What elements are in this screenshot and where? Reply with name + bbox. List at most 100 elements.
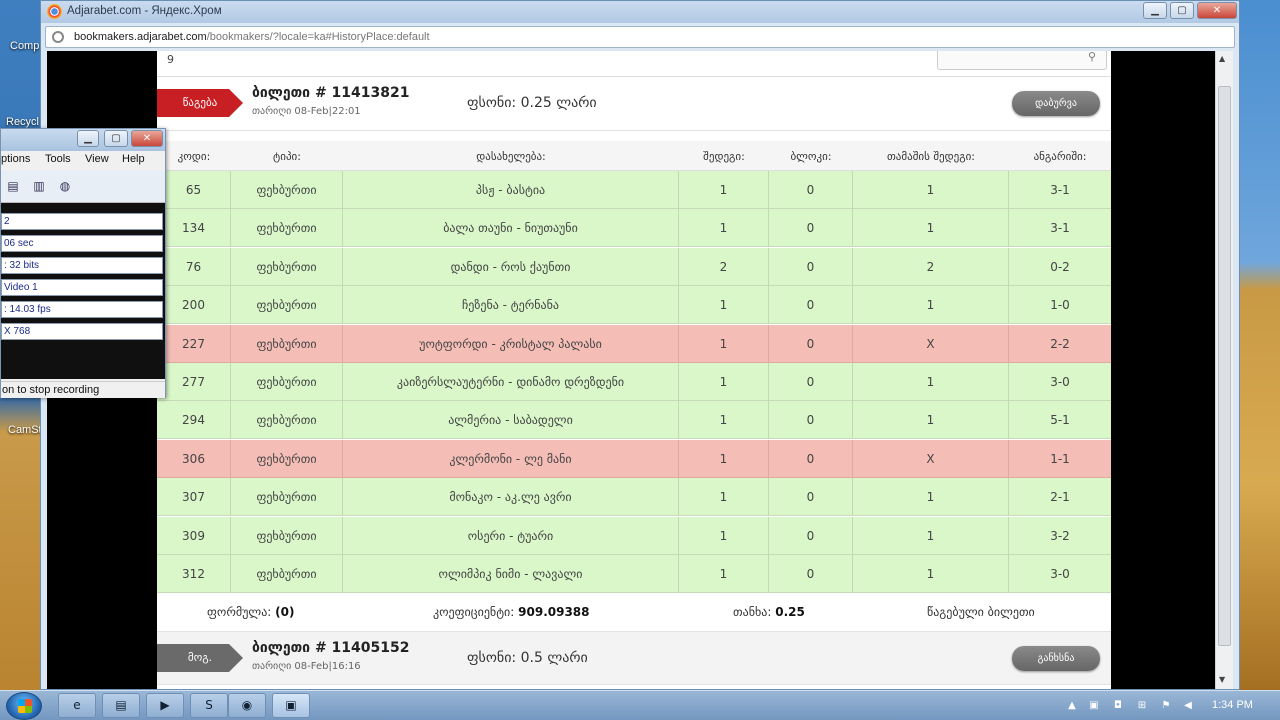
screen-recorder-window: ▁ ▢ ✕ ptions Tools View Help ▤ ▥ ◍ 2 06 … xyxy=(0,128,166,398)
cell-name: ოლიმპიკ ნიმი - ლავალი xyxy=(343,555,679,593)
tray-arrow-icon[interactable]: ▲ xyxy=(1066,700,1078,712)
formula-value: (0) xyxy=(275,605,295,619)
table-header: კოდი: ტიპი: დასახელება: შედეგი: ბლოკი: თ… xyxy=(157,141,1111,171)
url-path: /bookmakers/?locale=ka#HistoryPlace:defa… xyxy=(206,31,430,43)
info-field: 2 xyxy=(1,213,163,230)
cell-result: 1 xyxy=(679,555,769,593)
ticket-header: წაგება ბილეთი # 11413821 თარიღი 08-Feb|2… xyxy=(157,77,1111,131)
cell-name: ალმერია - საბადელი xyxy=(343,401,679,440)
cell-score: 3-0 xyxy=(1050,567,1070,581)
maximize-button[interactable]: ▢ xyxy=(1170,2,1194,19)
minimize-button[interactable]: ▁ xyxy=(1143,2,1167,19)
desktop-icon-camstudio[interactable]: CamSt xyxy=(8,424,42,436)
cell-score: 5-1 xyxy=(1050,413,1070,428)
window-title: Adjarabet.com - Яндекс.Хром xyxy=(67,5,222,17)
taskbar-browser-icon[interactable]: ◉ xyxy=(228,693,266,718)
table-row: 306 ფეხბურთი კლერმონი - ლე მანი 1 0 X 1-1 xyxy=(157,439,1111,478)
ticket-date: თარიღი 08-Feb|22:01 xyxy=(252,106,361,117)
recorder-titlebar[interactable]: ▁ ▢ ✕ xyxy=(1,129,165,151)
recorder-close-button[interactable]: ✕ xyxy=(131,130,163,147)
scroll-up-icon[interactable]: ▲ xyxy=(1219,54,1225,63)
globe-icon xyxy=(52,31,64,43)
table-row: 227 ფეხბურთი უოტფორდი - კრისტალ პალასი 1 0 X 2… xyxy=(157,324,1111,363)
cell-block: 0 xyxy=(769,401,853,440)
tray-volume-icon[interactable]: ◀ xyxy=(1182,700,1194,712)
tray-app-icon[interactable]: ◘ xyxy=(1112,700,1124,712)
table-row: 294 ფეხბურთი ალმერია - საბადელი 1 0 1 5-1 xyxy=(157,401,1111,440)
taskbar-ie-icon[interactable]: e xyxy=(58,693,96,718)
info-field: 06 sec xyxy=(1,235,163,252)
cell-result: 1 xyxy=(679,363,769,401)
scroll-down-icon[interactable]: ▼ xyxy=(1219,675,1225,684)
ticket-header: მოგ. ბილეთი # 11405152 თარიღი 08-Feb|16:… xyxy=(157,631,1111,685)
cell-block: 0 xyxy=(769,171,853,209)
expand-button[interactable]: განხსნა xyxy=(1012,646,1100,671)
cell-block: 0 xyxy=(769,324,853,363)
url-text[interactable]: bookmakers.adjarabet.com/bookmakers/?loc… xyxy=(74,31,430,43)
taskbar-media-player-icon[interactable]: ▶ xyxy=(146,693,184,718)
browser-titlebar[interactable]: Adjarabet.com - Яндекс.Хром ▁ ▢ ✕ xyxy=(41,1,1239,23)
coefficient-label: კოეფიციენტი: xyxy=(433,605,515,619)
desktop-icon-computer[interactable]: Comp xyxy=(10,40,39,52)
menu-view[interactable]: View xyxy=(85,153,109,165)
ticket-stake: ფსონი: 0.5 ლარი xyxy=(467,650,588,666)
tray-recorder-icon[interactable]: ▣ xyxy=(1088,700,1100,712)
address-bar[interactable]: bookmakers.adjarabet.com/bookmakers/?loc… xyxy=(45,26,1235,48)
cell-score: 3-0 xyxy=(1050,375,1070,389)
cell-block: 0 xyxy=(769,439,853,478)
table-row: 309 ფეხბურთი ოსერი - ტუარი 1 0 1 3-2 xyxy=(157,516,1111,555)
cell-name: ბალა თაუნი - ნიუთაუნი xyxy=(343,209,679,248)
taskbar-skype-icon[interactable]: S xyxy=(190,693,228,718)
recorder-maximize-button[interactable]: ▢ xyxy=(104,130,128,147)
cell-code: 309 xyxy=(157,516,231,555)
recorder-menu-bar: ptions Tools View Help xyxy=(1,151,165,169)
info-field: X 768 xyxy=(1,323,163,340)
recorder-minimize-button[interactable]: ▁ xyxy=(77,130,99,147)
formula-label: ფორმულა: xyxy=(207,605,272,619)
page-number: 9 xyxy=(167,53,174,66)
taskbar-recorder-icon[interactable]: ▣ xyxy=(272,693,310,718)
page-scrollbar[interactable]: ▲ ▼ xyxy=(1215,51,1233,689)
bet-history-panel: 9 ⚲ წაგება ბილეთი # 11413821 თარიღი 08-F… xyxy=(157,51,1111,689)
cell-name: პსჟ - ბასტია xyxy=(343,171,679,209)
cell-score: 2-2 xyxy=(1050,336,1070,351)
cell-type: ფეხბურთი xyxy=(231,555,343,593)
desktop-icon-recycle-bin[interactable]: Recycl xyxy=(6,116,39,128)
tray-flag-icon[interactable]: ⚑ xyxy=(1160,700,1172,712)
cell-result: 1 xyxy=(679,478,769,517)
record-options-icon[interactable]: ▤ xyxy=(5,179,21,195)
tray-network-icon[interactable]: ⊞ xyxy=(1136,700,1148,712)
cell-result: 1 xyxy=(679,324,769,363)
search-box[interactable]: ⚲ xyxy=(937,51,1107,70)
cell-block: 0 xyxy=(769,555,853,593)
scroll-thumb[interactable] xyxy=(1218,86,1231,646)
cell-name: უოტფორდი - კრისტალ პალასი xyxy=(343,324,679,363)
close-button[interactable]: ✕ xyxy=(1197,2,1237,19)
menu-tools[interactable]: Tools xyxy=(45,153,71,165)
cell-type: ფეხბურთი xyxy=(231,478,343,517)
start-button[interactable] xyxy=(6,692,42,720)
clock[interactable]: 1:34 PM xyxy=(1212,699,1253,711)
menu-options[interactable]: ptions xyxy=(1,153,30,165)
summary-status: წაგებული ბილეთი xyxy=(927,605,1035,619)
cell-name: მონაკო - აკ.ლე ავრი xyxy=(343,478,679,517)
recorder-toolbar: ▤ ▥ ◍ xyxy=(1,171,165,203)
cell-game-result: 1 xyxy=(853,363,1009,401)
search-icon[interactable]: ⚲ xyxy=(1088,51,1096,63)
col-name: დასახელება: xyxy=(476,150,546,163)
cell-code: 76 xyxy=(157,247,231,286)
menu-help[interactable]: Help xyxy=(122,153,145,165)
cell-result: 1 xyxy=(679,401,769,440)
collapse-button[interactable]: დაბურვა xyxy=(1012,91,1100,116)
swf-icon[interactable]: ◍ xyxy=(57,179,73,195)
cell-game-result: 1 xyxy=(853,555,1009,593)
cell-block: 0 xyxy=(769,478,853,517)
cell-name: კლერმონი - ლე მანი xyxy=(343,439,679,478)
cell-score: 1-0 xyxy=(1050,298,1070,313)
annotation-icon[interactable]: ▥ xyxy=(31,179,47,195)
cell-name: დანდი - როს ქაუნთი xyxy=(343,247,679,286)
cell-game-result: 1 xyxy=(853,209,1009,248)
taskbar-explorer-icon[interactable]: ▤ xyxy=(102,693,140,718)
cell-name: ოსერი - ტუარი xyxy=(343,516,679,555)
cell-type: ფეხბურთი xyxy=(231,209,343,248)
